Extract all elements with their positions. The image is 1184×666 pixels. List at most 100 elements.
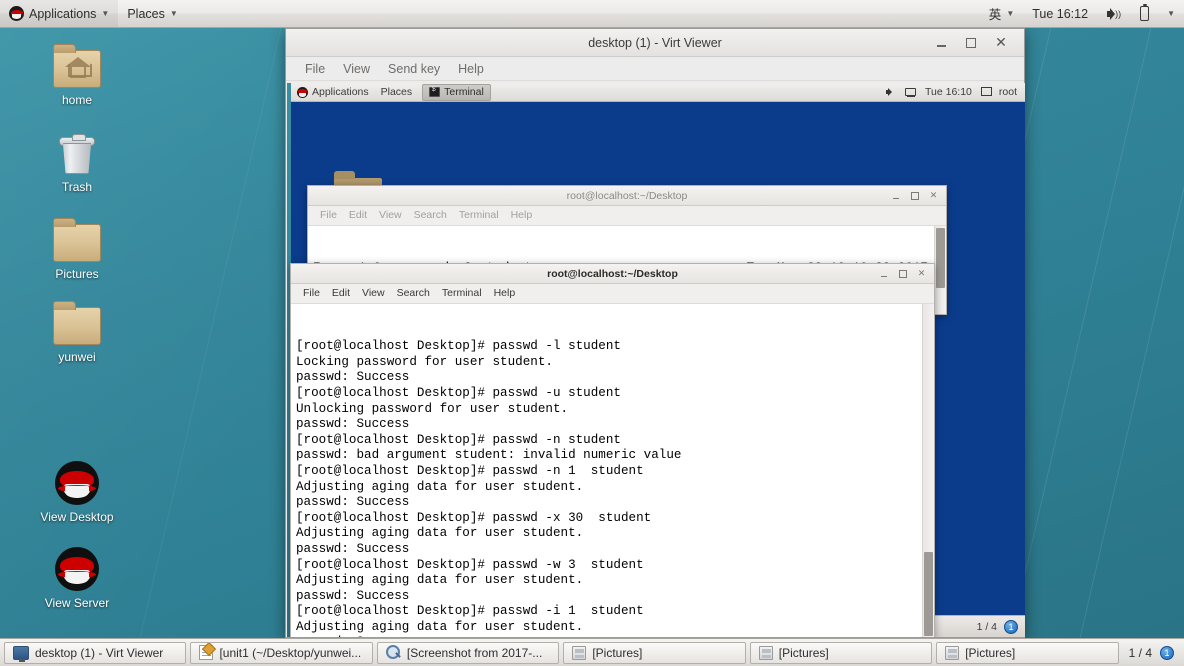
desktop-icon-home[interactable]: home: [17, 38, 137, 107]
menu-edit[interactable]: Edit: [343, 207, 373, 224]
taskbar-item-pictures-2[interactable]: [Pictures]: [749, 641, 933, 664]
virt-viewer-window[interactable]: desktop (1) - Virt Viewer ✕ File View Se…: [285, 28, 1025, 638]
desktop-icon-label: yunwei: [58, 350, 96, 364]
maximize-button[interactable]: [910, 191, 919, 200]
taskbar-item-virt-viewer[interactable]: desktop (1) - Virt Viewer: [4, 641, 187, 664]
main-terminal-titlebar[interactable]: root@localhost:~/Desktop ✕: [291, 264, 934, 284]
system-menu-button[interactable]: ▼: [1158, 0, 1184, 27]
applications-menu[interactable]: Applications ▼: [0, 0, 119, 27]
terminal-line: [root@localhost Desktop]# passwd -i 1 st…: [296, 604, 644, 619]
menu-view[interactable]: View: [356, 285, 391, 302]
host-status-badge[interactable]: 1: [1160, 645, 1174, 660]
guest-workspace-pager[interactable]: 1 / 4: [977, 621, 997, 633]
network-icon[interactable]: [905, 87, 917, 97]
places-menu[interactable]: Places ▼: [118, 0, 186, 27]
text-editor-icon: [199, 645, 214, 660]
terminal-icon: [429, 86, 441, 97]
desktop-icon-pictures[interactable]: Pictures: [17, 212, 137, 281]
wallpaper-line: [1079, 28, 1184, 638]
virt-viewer-menubar: File View Send key Help: [286, 57, 1024, 81]
minimize-button[interactable]: [891, 191, 900, 200]
terminal-line: [root@localhost Desktop]# passwd -n 1 st…: [296, 463, 644, 478]
volume-icon: )): [1106, 7, 1122, 21]
menu-view[interactable]: View: [373, 207, 408, 224]
folder-icon: [17, 295, 137, 345]
terminal-line: passwd: bad argument student: invalid nu…: [296, 448, 682, 463]
taskbar-item-screenshot[interactable]: [Screenshot from 2017-...: [376, 641, 560, 664]
menu-help[interactable]: Help: [505, 207, 539, 224]
menu-send-key[interactable]: Send key: [379, 59, 449, 79]
folder-icon: [17, 212, 137, 262]
guest-user-label[interactable]: root: [999, 86, 1017, 98]
desktop-icon-yunwei[interactable]: yunwei: [17, 295, 137, 364]
guest-applications-label: Applications: [312, 86, 369, 98]
close-icon[interactable]: ✕: [929, 190, 938, 200]
guest-viewport[interactable]: Applications Places Terminal Tue 16:10 r…: [287, 83, 1025, 637]
terminal-line: passwd: Success: [296, 370, 410, 385]
menu-view[interactable]: View: [334, 59, 379, 79]
watch-terminal-titlebar[interactable]: root@localhost:~/Desktop ✕: [308, 186, 946, 206]
menu-file[interactable]: File: [297, 285, 326, 302]
terminal-line: [root@localhost Desktop]# passwd -l stud…: [296, 339, 621, 354]
input-method-indicator[interactable]: 英 ▼: [980, 0, 1023, 27]
battery-button[interactable]: [1131, 0, 1158, 27]
watch-terminal-scrollbar[interactable]: [934, 226, 946, 314]
close-icon[interactable]: ✕: [994, 34, 1008, 50]
menu-help[interactable]: Help: [449, 59, 493, 79]
guest-top-panel: Applications Places Terminal Tue 16:10 r…: [291, 83, 1025, 102]
terminal-line: Adjusting aging data for user student.: [296, 526, 584, 541]
virt-viewer-title: desktop (1) - Virt Viewer: [588, 35, 722, 50]
taskbar-item-label: desktop (1) - Virt Viewer: [35, 645, 164, 660]
maximize-button[interactable]: [898, 269, 907, 278]
wallpaper-line: [1009, 28, 1152, 638]
close-icon[interactable]: ✕: [917, 268, 926, 278]
main-terminal-output[interactable]: [root@localhost Desktop]# passwd -l stud…: [291, 304, 934, 637]
volume-button[interactable]: )): [1097, 0, 1131, 27]
desktop-icon-view-desktop[interactable]: View Desktop: [17, 455, 137, 524]
redhat-logo-icon: [9, 6, 24, 21]
taskbar-item-label: [Screenshot from 2017-...: [406, 645, 543, 660]
menu-terminal[interactable]: Terminal: [436, 285, 488, 302]
user-icon: [980, 87, 992, 97]
volume-icon[interactable]: [886, 87, 897, 97]
guest-applications-menu[interactable]: Applications: [291, 83, 375, 101]
maximize-button[interactable]: [964, 36, 978, 50]
file-manager-icon: [572, 645, 587, 660]
taskbar-item-unit1[interactable]: [unit1 (~/Desktop/yunwei...: [190, 641, 373, 664]
watch-terminal-title: root@localhost:~/Desktop: [566, 189, 688, 202]
taskbar-item-pictures-3[interactable]: [Pictures]: [936, 641, 1119, 664]
guest-places-menu[interactable]: Places: [375, 83, 419, 101]
image-viewer-icon: [385, 645, 401, 660]
menu-help[interactable]: Help: [488, 285, 522, 302]
menu-edit[interactable]: Edit: [326, 285, 356, 302]
menu-search[interactable]: Search: [408, 207, 453, 224]
main-terminal-scrollbar[interactable]: [922, 304, 934, 637]
desktop-icon-trash[interactable]: Trash: [17, 125, 137, 194]
menu-file[interactable]: File: [314, 207, 343, 224]
chevron-down-icon: ▼: [101, 8, 110, 18]
minimize-button[interactable]: [879, 269, 888, 278]
guest-window-task-terminal[interactable]: Terminal: [422, 83, 491, 101]
chevron-down-icon: ▼: [1006, 8, 1015, 18]
virt-viewer-titlebar[interactable]: desktop (1) - Virt Viewer ✕: [286, 29, 1024, 57]
menu-file[interactable]: File: [296, 59, 334, 79]
minimize-button[interactable]: [934, 36, 948, 50]
terminal-line-list: [root@localhost Desktop]# passwd -l stud…: [296, 339, 934, 637]
taskbar-item-pictures-1[interactable]: [Pictures]: [563, 641, 746, 664]
guest-status-badge[interactable]: 1: [1004, 619, 1018, 634]
terminal-line: Adjusting aging data for user student.: [296, 479, 584, 494]
watch-terminal-menubar: File Edit View Search Terminal Help: [308, 206, 946, 226]
menu-terminal[interactable]: Terminal: [453, 207, 505, 224]
desktop-icon-view-server[interactable]: View Server: [17, 541, 137, 610]
terminal-line: passwd: Success: [296, 541, 410, 556]
input-method-label: 英: [988, 8, 1002, 22]
redhat-logo-icon: [17, 541, 137, 591]
terminal-line: [root@localhost Desktop]# passwd -u stud…: [296, 385, 621, 400]
menu-search[interactable]: Search: [391, 285, 436, 302]
desktop-icon-label: View Server: [44, 596, 110, 610]
terminal-window-main[interactable]: root@localhost:~/Desktop ✕ File Edit Vie…: [290, 263, 935, 637]
monitor-icon: [13, 645, 29, 662]
clock[interactable]: Tue 16:12: [1023, 0, 1097, 27]
terminal-line: Unlocking password for user student.: [296, 401, 569, 416]
host-workspace-pager[interactable]: 1 / 4: [1129, 646, 1152, 660]
